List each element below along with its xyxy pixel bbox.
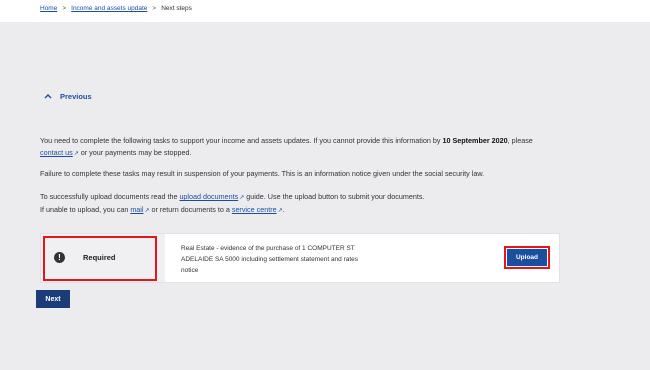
previous-label: Previous <box>60 92 92 101</box>
upload-info-text-mid: or return documents to a <box>149 205 232 214</box>
intro-text-end: , please <box>507 136 533 145</box>
intro-paragraph: You need to complete the following tasks… <box>40 135 533 160</box>
service-centre-link[interactable]: service centre <box>232 205 277 214</box>
upload-info-line-1: To successfully upload documents read th… <box>40 191 424 204</box>
upload-info-text-end: guide. Use the upload button to submit y… <box>244 192 425 201</box>
breadcrumb-current: Next steps <box>161 5 192 12</box>
upload-button[interactable]: Upload <box>507 249 547 266</box>
upload-info-text-end: . <box>282 205 285 214</box>
upload-info-text: If unable to upload, you can <box>40 205 131 214</box>
task-description: Real Estate - evidence of the purchase o… <box>181 243 401 276</box>
intro-text-tail: or your payments may be stopped. <box>78 148 192 157</box>
intro-line-1: You need to complete the following tasks… <box>40 135 533 147</box>
mail-link[interactable]: mail <box>130 205 143 214</box>
breadcrumb-separator: > <box>62 5 67 12</box>
intro-line-2: contact us↗ or your payments may be stop… <box>40 147 533 160</box>
breadcrumb-income-assets-link[interactable]: Income and assets update <box>71 5 147 12</box>
breadcrumb-bar: Home > Income and assets update > Next steps <box>0 0 650 22</box>
task-description-line: notice <box>181 267 199 274</box>
contact-us-link[interactable]: contact us <box>40 148 73 157</box>
previous-link[interactable]: Previous <box>44 92 92 101</box>
task-description-line: Real Estate - evidence of the purchase o… <box>181 245 355 252</box>
breadcrumb-home-link[interactable]: Home <box>40 5 57 12</box>
warning-paragraph: Failure to complete these tasks may resu… <box>40 169 485 178</box>
task-card: ! Required Real Estate - evidence of the… <box>40 233 560 283</box>
task-description-line: ADELAIDE SA 5000 including settlement st… <box>181 256 359 263</box>
upload-info-text: To successfully upload documents read th… <box>40 192 180 201</box>
upload-info-paragraph: To successfully upload documents read th… <box>40 191 424 217</box>
due-date: 10 September 2020 <box>442 136 508 145</box>
breadcrumb: Home > Income and assets update > Next steps <box>40 5 192 12</box>
next-button[interactable]: Next <box>36 290 70 308</box>
upload-documents-link[interactable]: upload documents <box>179 192 238 201</box>
task-status-label: Required <box>83 253 116 262</box>
intro-text: You need to complete the following tasks… <box>40 136 443 145</box>
exclamation-icon: ! <box>54 252 65 263</box>
upload-info-line-2: If unable to upload, you can mail↗ or re… <box>40 204 424 217</box>
chevron-up-icon <box>44 92 54 101</box>
breadcrumb-separator: > <box>152 5 157 12</box>
